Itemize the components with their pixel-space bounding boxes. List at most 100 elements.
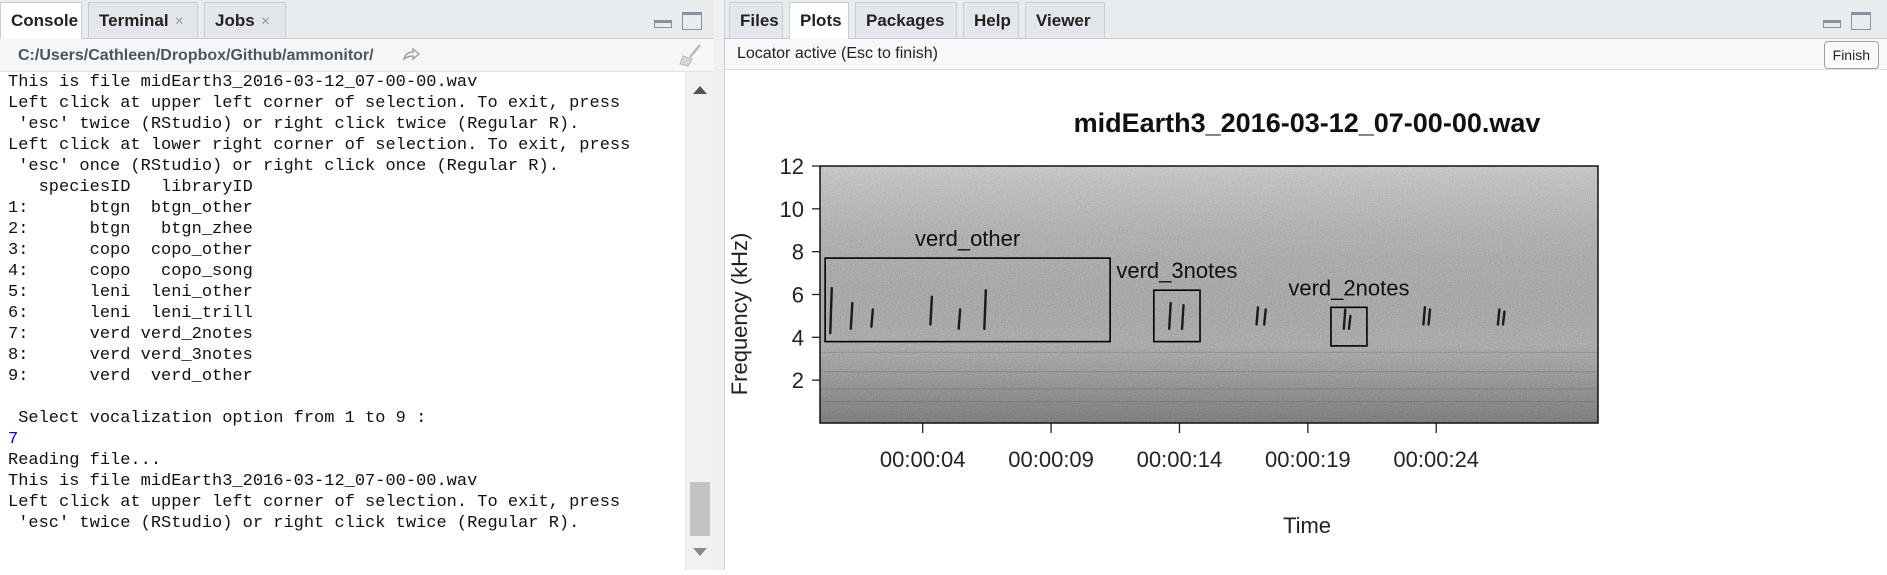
tab-help[interactable]: Help: [963, 2, 1019, 38]
tab-plots[interactable]: Plots: [789, 2, 849, 39]
close-icon[interactable]: ×: [261, 13, 270, 30]
call-mark: [1347, 314, 1352, 330]
tab-plots-label: Plots: [800, 11, 842, 30]
working-directory-bar: C:/Users/Cathleen/Dropbox/Github/ammonit…: [0, 39, 714, 72]
tab-jobs[interactable]: Jobs ×: [204, 2, 286, 38]
tab-terminal[interactable]: Terminal ×: [88, 2, 198, 38]
console-pane: Console Terminal × Jobs × C:/Users/Cathlee…: [0, 0, 715, 570]
call-mark: [1263, 308, 1267, 326]
console-output-line: Left click at upper left corner of selec…: [8, 94, 621, 113]
spectrogram-plot[interactable]: midEarth3_2016-03-12_07-00-00.wav Freque…: [725, 70, 1887, 570]
console-output-line: 'esc' once (RStudio) or right click once…: [8, 157, 559, 176]
working-directory-path: C:/Users/Cathleen/Dropbox/Github/ammonit…: [18, 47, 374, 64]
scrollbar-thumb[interactable]: [690, 482, 710, 536]
tab-jobs-label: Jobs: [215, 11, 255, 30]
console-output-line: 1: btgn btgn_other: [8, 199, 253, 218]
call-mark: [849, 301, 854, 330]
x-tick-label: 00:00:19: [1265, 447, 1351, 472]
spectrogram-panel: [819, 165, 1599, 424]
selection-label: verd_2notes: [1288, 275, 1409, 300]
console-output-line: 4: copo copo_song: [8, 262, 253, 281]
y-axis-label: Frequency (kHz): [727, 233, 752, 396]
tab-help-label: Help: [974, 11, 1011, 30]
call-mark: [1255, 306, 1260, 326]
console-output-line: [8, 387, 686, 408]
pane-splitter[interactable]: [714, 0, 724, 570]
x-tick-label: 00:00:24: [1393, 447, 1479, 472]
scroll-up-icon[interactable]: [693, 86, 707, 94]
tab-files[interactable]: Files: [729, 2, 783, 38]
plots-pane: Files Plots Packages Help Viewer Locator…: [724, 0, 1887, 570]
plot-title: midEarth3_2016-03-12_07-00-00.wav: [1074, 108, 1541, 138]
scroll-down-icon[interactable]: [693, 548, 707, 556]
call-mark: [1427, 308, 1432, 326]
call-mark: [829, 286, 833, 335]
call-mark: [983, 289, 988, 330]
tab-packages-label: Packages: [866, 11, 945, 30]
console-scrollbar[interactable]: [685, 72, 714, 570]
tab-terminal-label: Terminal: [99, 11, 169, 30]
console-output-line: 8: verd verd_3notes: [8, 346, 253, 365]
tab-console-label: Console: [11, 11, 79, 30]
console-output-line: 5: leni leni_other: [8, 283, 253, 302]
call-mark: [957, 308, 962, 330]
console-output-line: speciesID libraryID: [8, 178, 253, 197]
console-window-controls: [642, 12, 702, 32]
console-output-line: 3: copo copo_other: [8, 241, 253, 260]
call-mark: [1180, 304, 1185, 330]
spectrogram-shading: [820, 166, 1598, 423]
call-mark: [1496, 308, 1501, 326]
y-tick-label: 12: [780, 154, 804, 179]
selection-label: verd_other: [915, 226, 1020, 251]
x-axis: 00:00:04 00:00:09 00:00:14 00:00:19 00:00:24: [880, 423, 1479, 472]
x-tick-label: 00:00:09: [1008, 447, 1094, 472]
console-output-line: 'esc' twice (RStudio) or right click twi…: [8, 115, 580, 134]
x-tick-label: 00:00:14: [1137, 447, 1223, 472]
selection-label: verd_3notes: [1116, 258, 1237, 283]
minimize-icon[interactable]: [654, 20, 672, 28]
y-tick-label: 6: [792, 283, 804, 308]
locator-bar: Locator active (Esc to finish) Finish: [725, 39, 1887, 70]
console-output-line: Left click at upper left corner of selec…: [8, 493, 621, 512]
call-mark: [929, 295, 934, 326]
console-output-line: This is file midEarth3_2016-03-12_07-00-…: [8, 472, 478, 491]
tab-viewer-label: Viewer: [1036, 11, 1091, 30]
console-output[interactable]: This is file midEarth3_2016-03-12_07-00-…: [0, 72, 686, 570]
console-output-line: Select vocalization option from 1 to 9 :: [8, 409, 427, 428]
console-input-line: 7: [8, 430, 19, 449]
console-output-line: Left click at lower right corner of sele…: [8, 136, 631, 155]
tab-viewer[interactable]: Viewer: [1025, 2, 1105, 38]
arrow-right-icon[interactable]: [402, 48, 420, 62]
locator-status: Locator active (Esc to finish): [737, 45, 938, 62]
x-axis-label: Time: [1283, 513, 1331, 538]
console-output-line: Reading file...: [8, 451, 162, 470]
y-axis: 2 4 6 8 10 12: [780, 154, 820, 393]
console-output-line: 2: btgn btgn_zhee: [8, 220, 253, 239]
maximize-icon[interactable]: [1851, 12, 1871, 30]
console-output-line: 9: verd verd_other: [8, 367, 253, 386]
plot-area[interactable]: midEarth3_2016-03-12_07-00-00.wav Freque…: [725, 70, 1887, 570]
x-tick-label: 00:00:04: [880, 447, 966, 472]
close-icon[interactable]: ×: [175, 13, 184, 30]
tab-console[interactable]: Console: [0, 2, 82, 39]
minimize-icon[interactable]: [1823, 20, 1841, 28]
tab-packages[interactable]: Packages: [855, 2, 957, 38]
plots-tabbar: Files Plots Packages Help Viewer: [725, 0, 1887, 39]
call-mark: [1168, 301, 1172, 330]
console-output-line: 'esc' twice (RStudio) or right click twi…: [8, 514, 580, 533]
console-output-line: 7: verd verd_2notes: [8, 325, 253, 344]
console-output-line: 6: leni leni_trill: [8, 304, 253, 323]
y-tick-label: 10: [780, 197, 804, 222]
y-tick-label: 8: [792, 240, 804, 265]
broom-icon[interactable]: [678, 43, 704, 67]
console-tabbar: Console Terminal × Jobs ×: [0, 0, 714, 39]
maximize-icon[interactable]: [682, 12, 702, 30]
console-output-line: This is file midEarth3_2016-03-12_07-00-…: [8, 73, 478, 92]
call-mark: [1342, 308, 1347, 330]
call-mark: [870, 308, 875, 328]
tab-files-label: Files: [740, 11, 779, 30]
y-tick-label: 2: [792, 368, 804, 393]
plots-window-controls: [1811, 12, 1871, 32]
finish-button[interactable]: Finish: [1823, 41, 1879, 69]
y-tick-label: 4: [792, 325, 804, 350]
